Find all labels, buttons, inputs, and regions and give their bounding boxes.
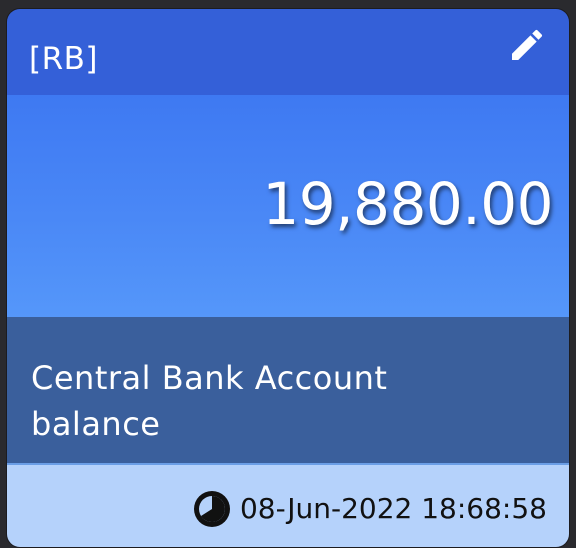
clock-icon	[193, 491, 230, 527]
balance-description: Central Bank Account balance	[31, 359, 388, 443]
balance-value: 19,880.00	[262, 170, 553, 238]
value-panel: 19,880.00	[7, 95, 569, 317]
card-header: [RB]	[7, 9, 569, 95]
account-code: [RB]	[29, 41, 98, 77]
timestamp-text: 08-Jun-2022 18:68:58	[239, 492, 547, 525]
card-footer: 08-Jun-2022 18:68:58	[7, 463, 569, 547]
description-panel: Central Bank Account balance	[7, 317, 569, 463]
pencil-icon	[512, 29, 543, 60]
edit-button[interactable]	[507, 25, 547, 65]
balance-card: [RB] 19,880.00 Central Bank Account bala…	[6, 8, 570, 548]
last-updated: 08-Jun-2022 18:68:58	[192, 489, 547, 529]
